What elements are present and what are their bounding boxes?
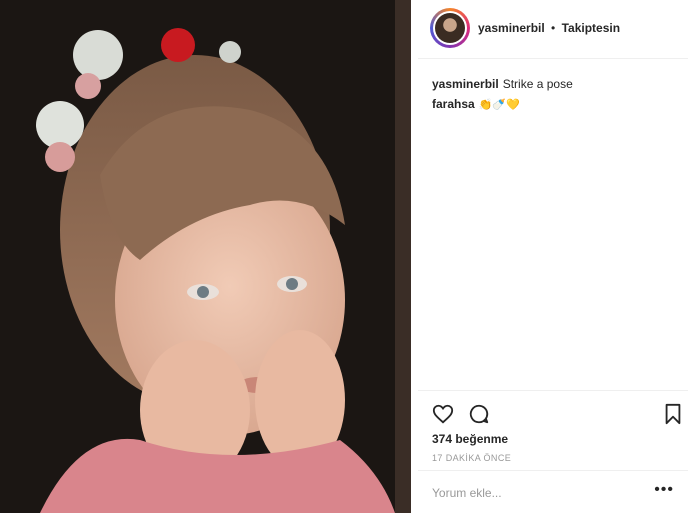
comment-username[interactable]: farahsa xyxy=(432,97,475,111)
header-text: yasminerbil • Takiptesin xyxy=(478,21,620,35)
header-separator: • xyxy=(551,21,556,35)
instagram-post: yasminerbil • Takiptesin yasminerbil Stri… xyxy=(0,0,700,513)
bookmark-icon[interactable] xyxy=(662,403,684,425)
post-timestamp: 17 DAKİKA ÖNCE xyxy=(432,453,512,463)
caption-username[interactable]: yasminerbil xyxy=(432,77,499,91)
avatar[interactable] xyxy=(430,8,470,48)
header-username[interactable]: yasminerbil xyxy=(478,21,545,35)
post-side-panel: yasminerbil • Takiptesin yasminerbil Stri… xyxy=(418,0,700,513)
comment-list: yasminerbil Strike a pose farahsa 👏🍼💛 xyxy=(432,74,682,115)
follow-status[interactable]: Takiptesin xyxy=(562,21,620,35)
like-count[interactable]: 374 beğenme xyxy=(432,432,508,446)
caption-row: yasminerbil Strike a pose xyxy=(432,74,682,94)
more-options-icon[interactable]: ••• xyxy=(654,481,674,499)
avatar-image xyxy=(435,13,465,43)
action-bar xyxy=(418,390,688,437)
comment-text: 👏🍼💛 xyxy=(478,99,520,111)
comment-bubble-icon[interactable] xyxy=(468,403,490,425)
heart-icon[interactable] xyxy=(432,403,454,425)
avatar-ring xyxy=(433,11,467,45)
child-portrait-image xyxy=(0,0,411,513)
post-header: yasminerbil • Takiptesin xyxy=(418,0,688,59)
comment-input[interactable]: Yorum ekle... xyxy=(432,486,502,500)
caption-text: Strike a pose xyxy=(502,77,573,91)
add-comment-bar: Yorum ekle... ••• xyxy=(418,470,688,514)
post-photo[interactable] xyxy=(0,0,411,513)
comment-row: farahsa 👏🍼💛 xyxy=(432,94,682,115)
